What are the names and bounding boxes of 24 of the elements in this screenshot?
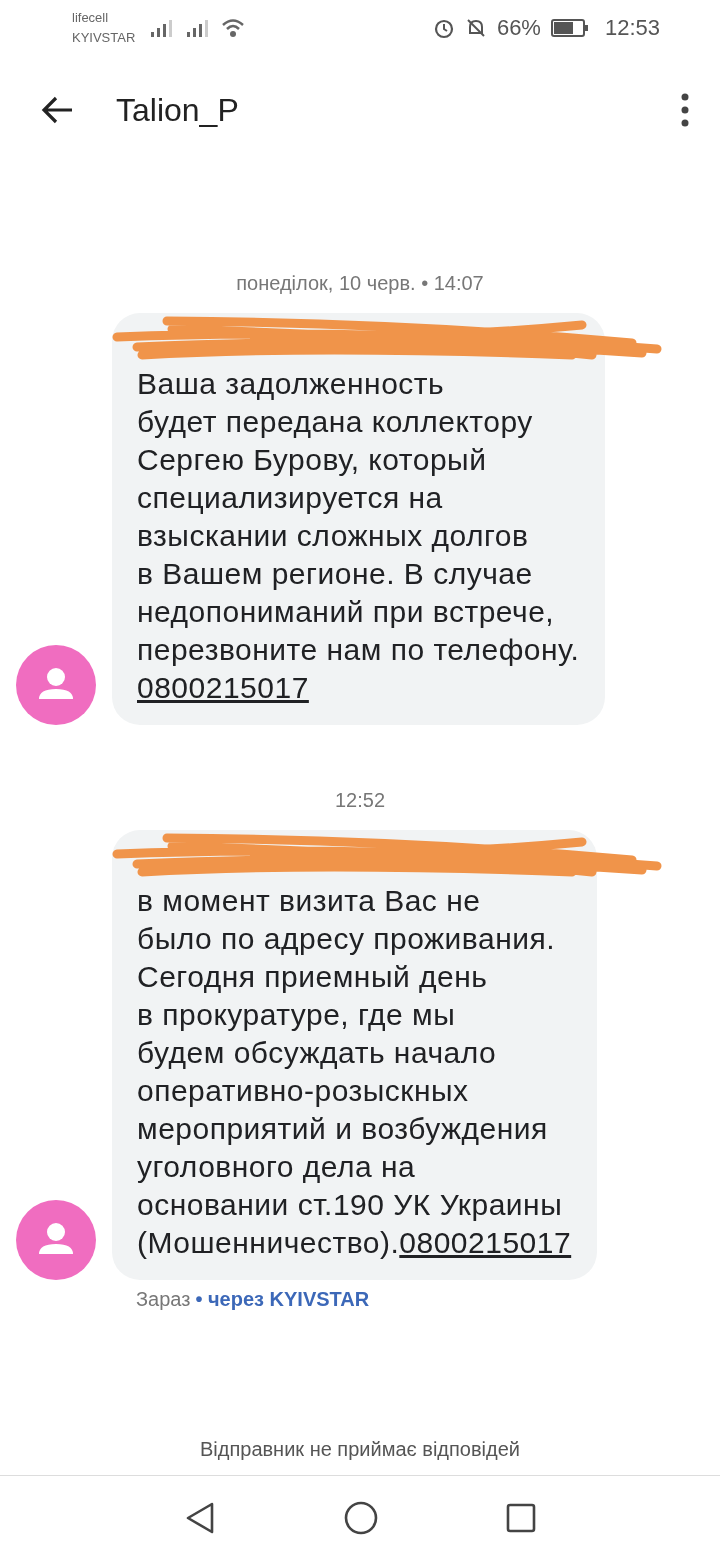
message-text: Ваша задолженность будет передана коллектору Сергею Бурову, который специализируется на взыскании сложных долгов в Вашем регионе. В случае недопониманий при встрече, перезвоните нам по телефону. <box>137 366 580 668</box>
carrier-name: lifecell <box>72 9 110 27</box>
battery-icon <box>550 18 589 38</box>
carrier-name: KYIVSTAR <box>72 29 136 47</box>
avatar-icon <box>16 645 96 725</box>
home-circle-icon <box>344 1501 378 1535</box>
back-arrow-icon <box>40 95 74 125</box>
phone-link[interactable]: 0800215017 <box>399 1226 572 1259</box>
recents-square-icon <box>506 1503 536 1533</box>
carrier-label: • через KYIVSTAR <box>195 1288 370 1311</box>
delivery-time: Зараз <box>136 1288 191 1311</box>
message-timestamp: 12:52 <box>333 789 387 812</box>
message-timestamp: понеділок, 10 черв. • 14:07 <box>235 272 485 295</box>
muted-bell-icon <box>464 17 487 39</box>
back-triangle-icon <box>184 1501 216 1535</box>
more-icon <box>680 93 690 127</box>
alarm-icon <box>432 17 455 39</box>
avatar-icon <box>16 1200 96 1280</box>
phone-link[interactable]: 0800215017 <box>137 671 309 704</box>
clock: 12:53 <box>604 15 660 41</box>
conversation-title: Talion_P <box>116 91 240 129</box>
reply-notice: Відправник не приймає відповідей <box>0 1438 720 1476</box>
battery-percent: 66% <box>496 15 541 41</box>
message-text: в момент визита Вас не было по адресу проживания. Сегодня приемный день в прокуратуре, где мы будем обсуждать начало оперативно-розыскных мероприятий и возбуждения уголовного дела на основании ст.190 УК Украины (Мошенничество).0800215017 <box>137 883 572 1261</box>
